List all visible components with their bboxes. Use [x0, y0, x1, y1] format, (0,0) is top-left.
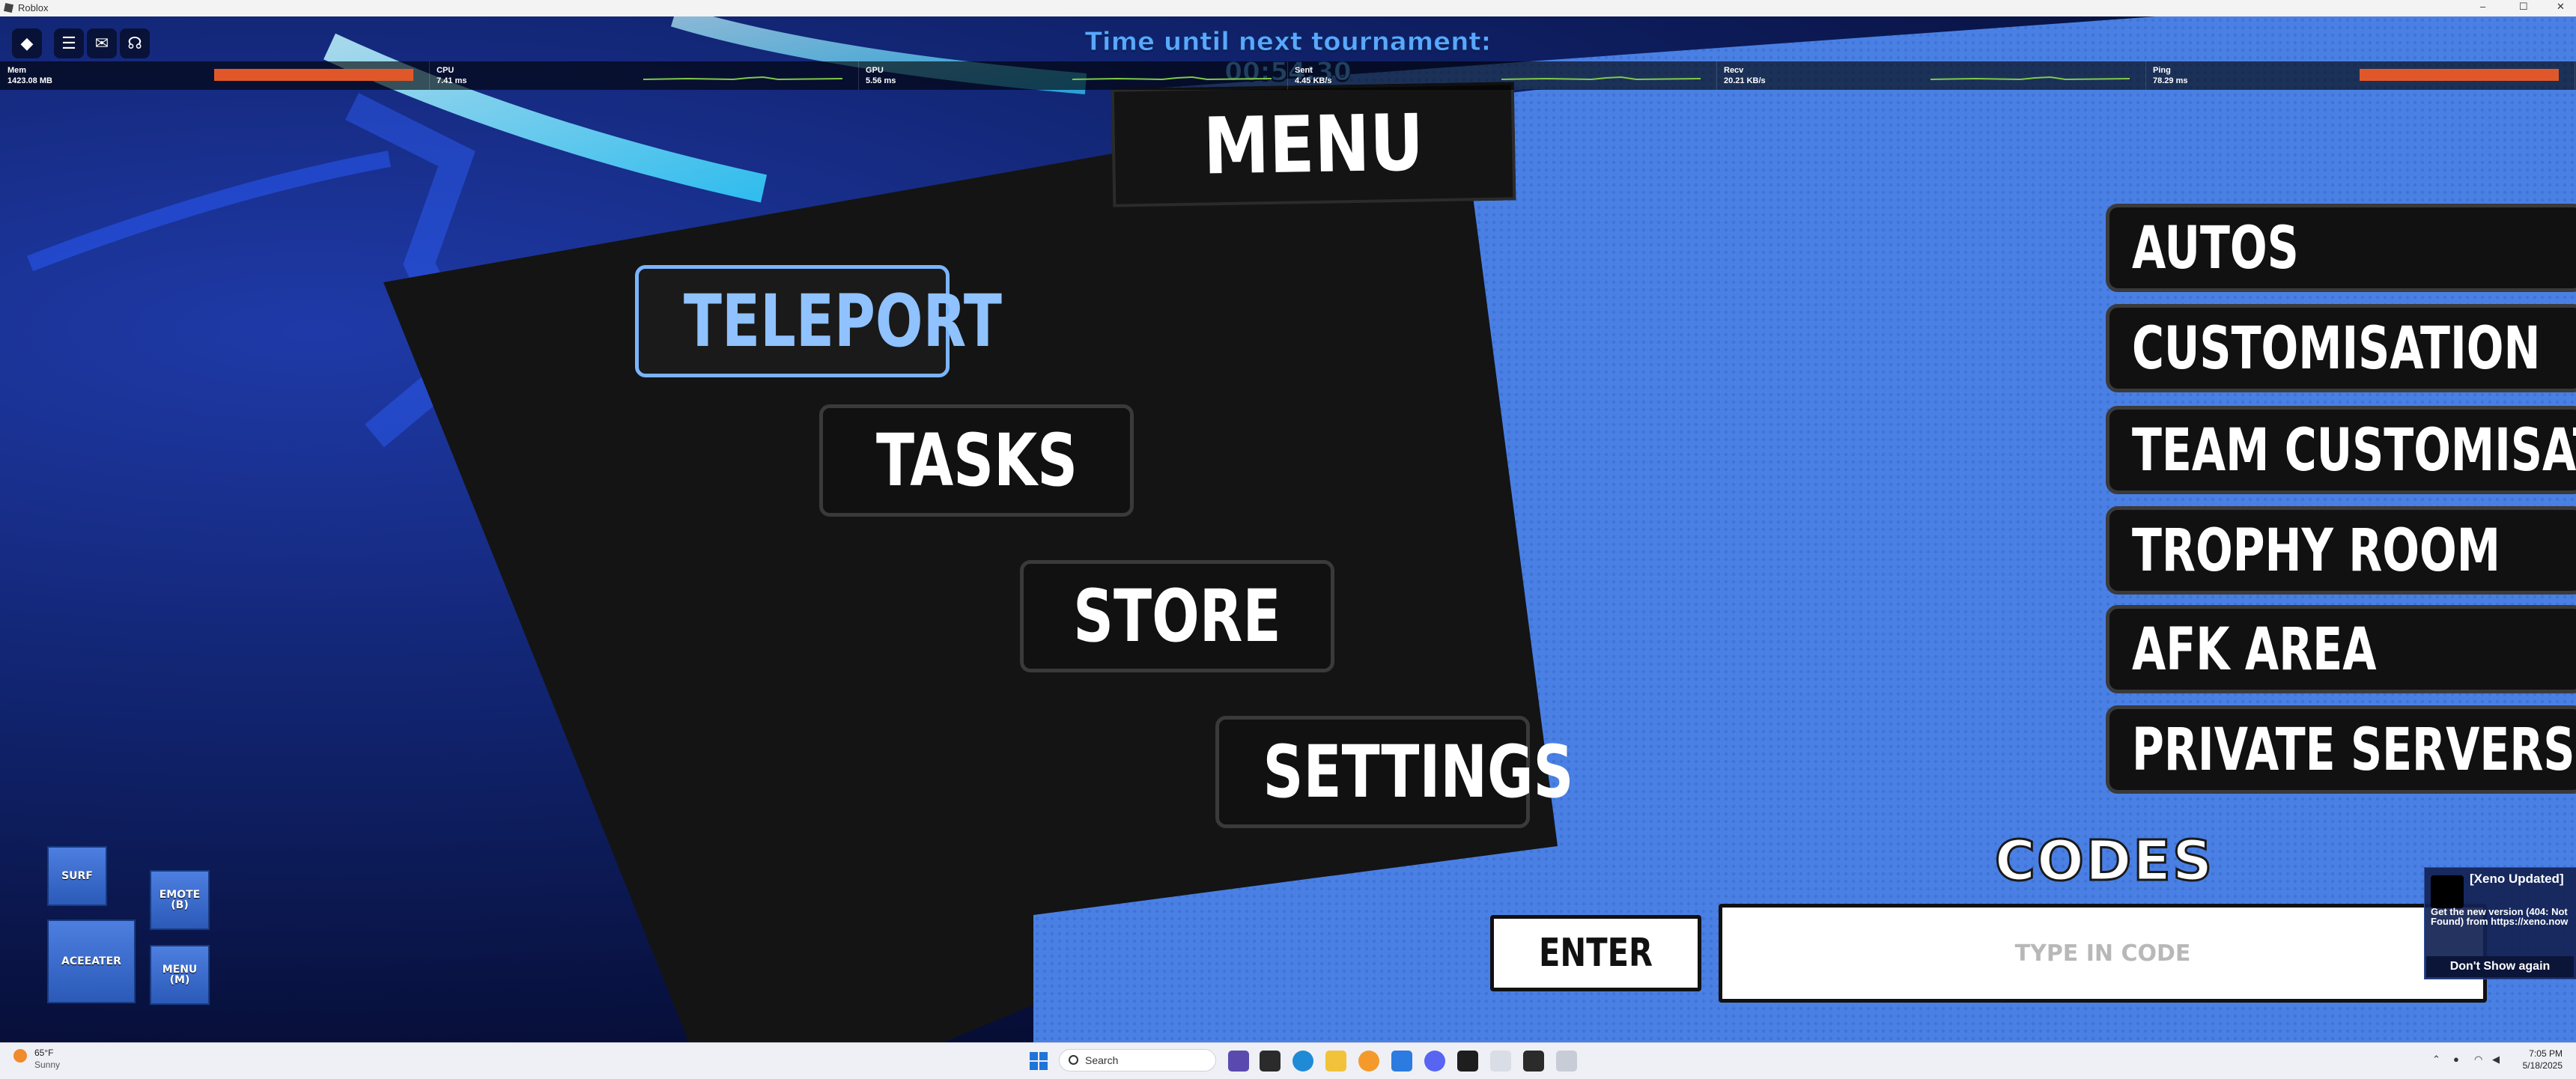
taskbar-search-label: Search	[1085, 1054, 1119, 1066]
settings-button[interactable]: SETTINGS	[1215, 716, 1573, 828]
surf-button[interactable]: SURF	[47, 846, 107, 906]
stat-value: 5.56 ms	[866, 76, 896, 85]
clock-time: 7:05 PM	[2529, 1048, 2563, 1059]
store-app-icon[interactable]	[1391, 1051, 1412, 1072]
volume-icon[interactable]: ◀	[2492, 1054, 2500, 1066]
menu-keybind-button[interactable]: MENU (M)	[150, 945, 210, 1005]
teleport-button[interactable]: TELEPORT	[635, 265, 1002, 377]
stat-value: 78.29 ms	[2153, 76, 2188, 85]
window-title: Roblox	[18, 2, 49, 13]
weather-temp: 65°F	[34, 1048, 54, 1058]
chat-icon[interactable]: ✉	[87, 28, 117, 58]
start-button[interactable]	[1030, 1052, 1048, 1070]
stat-meter	[1072, 69, 1272, 81]
wifi-icon[interactable]: ◠	[2474, 1054, 2482, 1066]
firefox-icon[interactable]	[1358, 1051, 1379, 1072]
emote-label: EMOTE	[159, 889, 201, 901]
weather-icon	[13, 1049, 27, 1063]
maximize-button[interactable]: ☐	[2519, 1, 2528, 13]
autos-button[interactable]: AUTOS	[2106, 204, 2576, 292]
taskbar-search[interactable]: Search	[1059, 1049, 1216, 1072]
weather-desc: Sunny	[34, 1060, 61, 1070]
stat-meter	[214, 69, 413, 81]
performance-stats-bar: Mem 1423.08 MB CPU 7.41 ms GPU 5.56 ms Sent 4.4…	[0, 61, 2576, 90]
enter-code-button[interactable]: ENTER	[1490, 915, 1701, 991]
code-input[interactable]	[1719, 904, 2487, 1003]
minimize-button[interactable]: –	[2480, 1, 2485, 12]
xeno-notification: [Xeno Updated] Get the new version (404:…	[2424, 867, 2576, 979]
discord-icon[interactable]	[1424, 1051, 1445, 1072]
misc-app-icon[interactable]	[1556, 1051, 1577, 1072]
stat-cpu: CPU 7.41 ms	[429, 61, 859, 90]
stat-meter	[2360, 69, 2559, 81]
terminal-app-icon[interactable]	[1457, 1051, 1478, 1072]
trophy-room-button[interactable]: TROPHY ROOM	[2106, 506, 2576, 595]
stat-value: 1423.08 MB	[7, 76, 52, 85]
stat-name: Recv	[1724, 66, 1744, 75]
team-customisation-button[interactable]: TEAM CUSTOMISATION	[2106, 406, 2576, 494]
tasks-button[interactable]: TASKS	[819, 404, 1134, 517]
search-icon	[1069, 1055, 1078, 1065]
stat-value: 7.41 ms	[437, 76, 467, 85]
private-servers-button[interactable]: PRIVATE SERVERS	[2106, 705, 2576, 794]
stat-meter	[643, 69, 843, 81]
roblox-app-icon[interactable]	[1490, 1051, 1511, 1072]
close-button[interactable]: ✕	[2557, 1, 2565, 13]
edge-browser-icon[interactable]	[1292, 1051, 1313, 1072]
stat-meter	[1501, 69, 1701, 81]
stat-gpu: GPU 5.56 ms	[858, 61, 1288, 90]
hamburger-menu-icon[interactable]: ☰	[54, 28, 84, 58]
aceeater-button[interactable]: ACEEATER	[47, 920, 136, 1003]
stat-name: GPU	[866, 66, 884, 75]
stat-mem: Mem 1423.08 MB	[0, 61, 430, 90]
stat-sent: Sent 4.45 KB/s	[1287, 61, 1717, 90]
afk-area-button[interactable]: AFK AREA	[2106, 605, 2576, 693]
store-button[interactable]: STORE	[1020, 560, 1334, 672]
tray-overflow-icon[interactable]: ⌃	[2432, 1054, 2440, 1066]
stat-recv: Recv 20.21 KB/s	[1716, 61, 2146, 90]
codes-title: CODES	[1993, 828, 2214, 895]
xeno-logo-icon	[2431, 875, 2464, 908]
command-prompt-icon[interactable]	[1523, 1051, 1544, 1072]
taskbar-clock[interactable]: 7:05 PM 5/18/2025	[2510, 1048, 2563, 1072]
emote-button[interactable]: EMOTE (B)	[150, 870, 210, 930]
dont-show-again-button[interactable]: Don't Show again	[2426, 956, 2574, 977]
roblox-logo-icon[interactable]: ◆	[12, 28, 42, 58]
emote-key: (B)	[171, 899, 189, 911]
task-view-icon[interactable]	[1260, 1051, 1281, 1072]
menu-keybind-key: (M)	[169, 974, 190, 986]
windows-taskbar: 65°F Sunny Search ⌃ ● ◠ ◀ 7:05 PM 5/18/2…	[0, 1042, 2576, 1079]
notification-message: Get the new version (404: Not Found) fro…	[2431, 906, 2569, 927]
stat-ping: Ping 78.29 ms	[2145, 61, 2575, 90]
top-hud: ◆ ☰ ✉ ☊ Time until next tournament: 00:5…	[0, 16, 2576, 88]
stat-name: CPU	[437, 66, 455, 75]
stat-value: 20.21 KB/s	[1724, 76, 1766, 85]
clock-date: 5/18/2025	[2522, 1060, 2563, 1071]
file-explorer-icon[interactable]	[1325, 1051, 1346, 1072]
notification-title: [Xeno Updated]	[2470, 872, 2564, 886]
headset-icon[interactable]: ☊	[120, 28, 150, 58]
stat-meter	[1930, 69, 2130, 81]
stat-value: 4.45 KB/s	[1295, 76, 1332, 85]
microphone-icon[interactable]: ●	[2453, 1054, 2459, 1065]
widgets-app-icon[interactable]	[1228, 1051, 1249, 1072]
roblox-window-icon	[3, 2, 14, 13]
menu-title: MENU	[1111, 82, 1516, 207]
menu-keybind-label: MENU	[162, 964, 198, 976]
game-viewport[interactable]: ◆ ☰ ✉ ☊ Time until next tournament: 00:5…	[0, 16, 2576, 1042]
stat-name: Sent	[1295, 66, 1313, 75]
stat-name: Ping	[2153, 66, 2171, 75]
customisation-button[interactable]: CUSTOMISATION	[2106, 304, 2576, 392]
stat-name: Mem	[7, 66, 27, 75]
window-titlebar: Roblox – ☐ ✕	[0, 0, 2576, 16]
